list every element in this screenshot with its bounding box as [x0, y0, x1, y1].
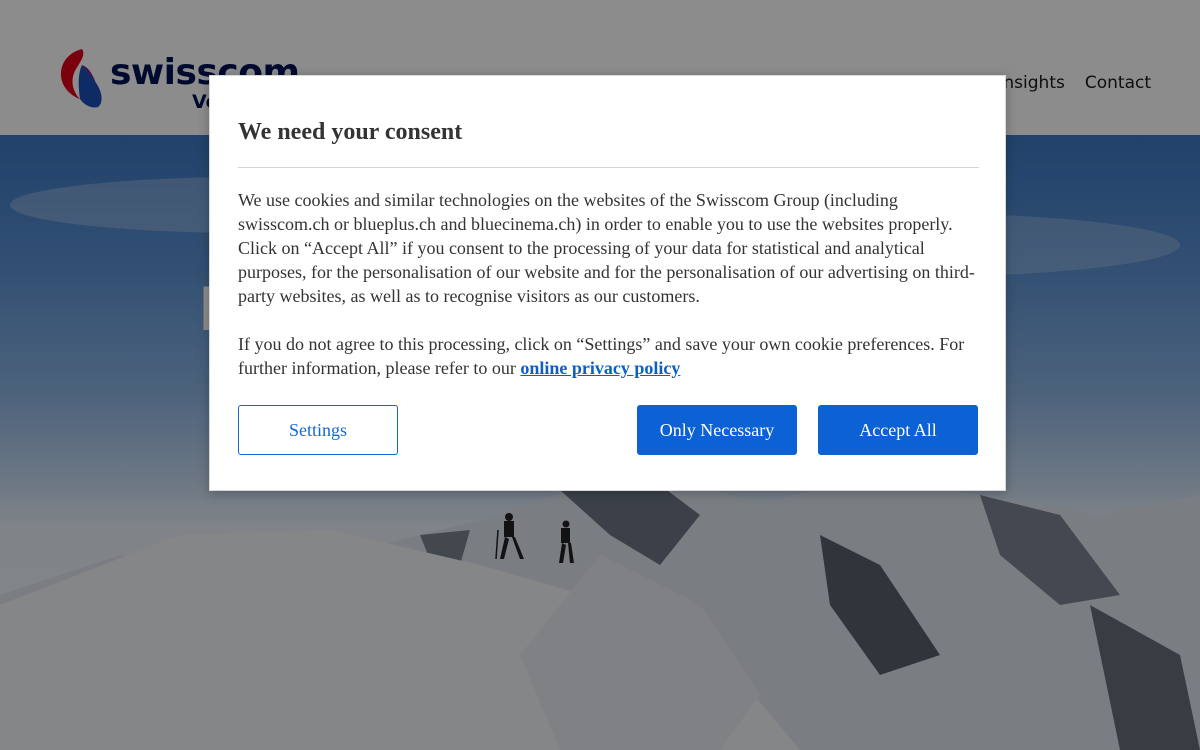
- accept-all-button[interactable]: Accept All: [818, 405, 978, 455]
- only-necessary-button[interactable]: Only Necessary: [637, 405, 797, 455]
- consent-description: We use cookies and similar technologies …: [238, 190, 975, 306]
- settings-button[interactable]: Settings: [238, 405, 398, 455]
- dialog-title: We need your consent: [238, 119, 463, 145]
- dialog-divider: [238, 167, 979, 168]
- consent-settings-hint: If you do not agree to this processing, …: [238, 332, 979, 380]
- privacy-policy-link[interactable]: online privacy policy: [520, 358, 680, 378]
- cookie-consent-dialog: We need your consent We use cookies and …: [209, 75, 1006, 491]
